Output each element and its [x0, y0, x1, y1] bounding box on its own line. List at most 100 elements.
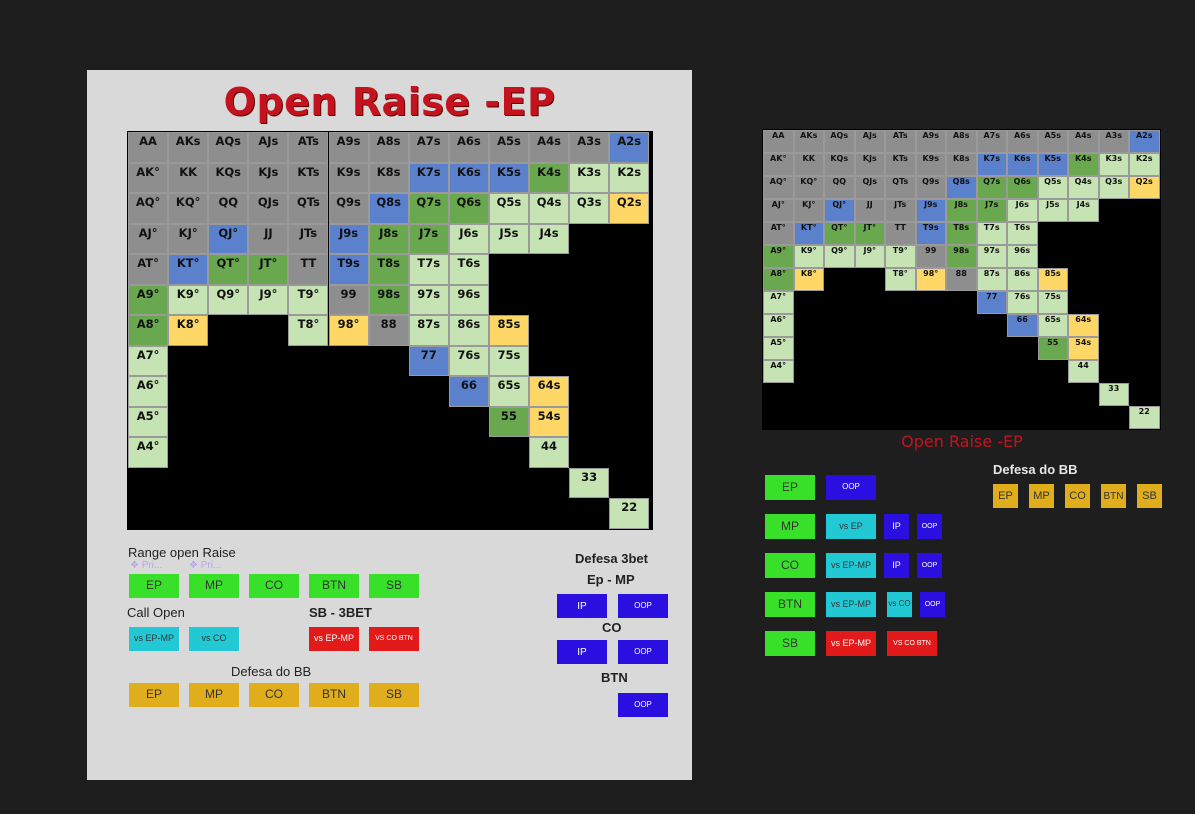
hand-cell: A7°	[128, 345, 169, 376]
hand-cell: 97s	[408, 284, 449, 315]
hand-cell: 87s	[976, 268, 1007, 291]
hand-cell: AJs	[248, 132, 289, 163]
hand-cell: AQs	[824, 130, 855, 153]
defesa-bb-btn-button[interactable]: BTN	[309, 683, 359, 707]
sb-3bet-vs-ep-mp-button[interactable]: vs EP-MP	[309, 627, 359, 651]
right-ep-button[interactable]: EP	[765, 475, 815, 500]
defesa-3bet-btn-oop-button[interactable]: OOP	[618, 693, 668, 717]
hand-cell: 65s	[488, 376, 529, 407]
right-defesa-bb-heading: Defesa do BB	[993, 462, 1078, 477]
right-sb-vs-ep-mp-button[interactable]: vs EP-MP	[826, 631, 876, 656]
hand-cell: A5s	[1037, 130, 1068, 153]
hand-cell: 85s	[1037, 268, 1068, 291]
hand-cell: T7s	[408, 254, 449, 285]
hand-cell: KJs	[248, 162, 289, 193]
right-co-button[interactable]: CO	[765, 553, 815, 578]
right-co-oop-button[interactable]: OOP	[917, 553, 942, 578]
hand-cell: T8°	[885, 268, 916, 291]
hand-cell: Q6s	[448, 193, 489, 224]
hand-cell: K2s	[1129, 153, 1160, 176]
hand-cell: A3s	[569, 132, 610, 163]
hand-cell: 75s	[488, 345, 529, 376]
hand-cell: J5s	[1037, 199, 1068, 222]
range-ep-button[interactable]: EP	[129, 574, 179, 598]
defesa-bb-mp-button[interactable]: MP	[189, 683, 239, 707]
right-co-ip-button[interactable]: IP	[884, 553, 909, 578]
right-defesa-bb-ep-button[interactable]: EP	[993, 484, 1018, 508]
hand-cell: AKs	[793, 130, 824, 153]
right-defesa-bb-mp-button[interactable]: MP	[1029, 484, 1054, 508]
right-mp-ip-button[interactable]: IP	[884, 514, 909, 539]
hand-cell: J8s	[946, 199, 977, 222]
hand-cell: K7s	[408, 162, 449, 193]
defesa-3bet-co-oop-button[interactable]: OOP	[618, 640, 668, 664]
defesa-bb-sb-button[interactable]: SB	[369, 683, 419, 707]
right-sb-button[interactable]: SB	[765, 631, 815, 656]
right-co-vs-ep-mp-button[interactable]: vs EP-MP	[826, 553, 876, 578]
hand-cell: A7s	[408, 132, 449, 163]
hand-cell: Q2s	[609, 193, 650, 224]
right-mp-button[interactable]: MP	[765, 514, 815, 539]
hand-cell: AQ°	[128, 193, 169, 224]
hand-cell: A6°	[763, 314, 794, 337]
hand-cell: JT°	[854, 222, 885, 245]
right-btn-oop-button[interactable]: OOP	[920, 592, 945, 617]
hand-cell: 77	[976, 291, 1007, 314]
right-btn-button[interactable]: BTN	[765, 592, 815, 617]
defesa-3bet-co-ip-button[interactable]: IP	[557, 640, 607, 664]
hand-cell: 44	[529, 437, 570, 468]
hand-cell: AJ°	[128, 223, 169, 254]
right-mp-oop-button[interactable]: OOP	[917, 514, 942, 539]
hand-cell: A8s	[946, 130, 977, 153]
range-sb-button[interactable]: SB	[369, 574, 419, 598]
range-grid-thumbnail: AA AKs AQs AJs ATs A9s A8s A7s A6s A5s A4s A3s A2s AK…	[762, 129, 1161, 430]
hand-cell: A8°	[128, 315, 169, 346]
hand-cell: 98°	[915, 268, 946, 291]
hand-cell: A5°	[763, 337, 794, 360]
right-ep-oop-button[interactable]: OOP	[826, 475, 876, 500]
hand-cell: Q4s	[529, 193, 570, 224]
defesa-3bet-ep-mp-oop-button[interactable]: OOP	[618, 594, 668, 618]
hand-cell: AT°	[763, 222, 794, 245]
hand-cell: TT	[288, 254, 329, 285]
hand-cell: A6s	[448, 132, 489, 163]
range-btn-button[interactable]: BTN	[309, 574, 359, 598]
right-btn-vs-co-button[interactable]: vs CO	[887, 592, 912, 617]
hand-cell: K9°	[168, 284, 209, 315]
hand-cell: JJ	[248, 223, 289, 254]
hand-cell: A6s	[1007, 130, 1038, 153]
hand-cell: Q3s	[569, 193, 610, 224]
hand-cell: 65s	[1037, 314, 1068, 337]
right-mp-vs-ep-button[interactable]: vs EP	[826, 514, 876, 539]
sb-3bet-vs-co-btn-button[interactable]: VS CO BTN	[369, 627, 419, 651]
range-co-button[interactable]: CO	[249, 574, 299, 598]
hand-cell: KJ°	[168, 223, 209, 254]
range-mp-button[interactable]: MP	[189, 574, 239, 598]
hand-cell: A7s	[976, 130, 1007, 153]
hand-cell: J7s	[976, 199, 1007, 222]
defesa-3bet-ep-mp-ip-button[interactable]: IP	[557, 594, 607, 618]
hand-cell: QQ	[824, 176, 855, 199]
hand-cell: T8°	[288, 315, 329, 346]
hand-cell: 54s	[1068, 337, 1099, 360]
hand-cell: QJs	[854, 176, 885, 199]
right-btn-vs-ep-mp-button[interactable]: vs EP-MP	[826, 592, 876, 617]
call-open-vs-co-button[interactable]: vs CO	[189, 627, 239, 651]
sb-3bet-heading: SB - 3BET	[309, 605, 372, 620]
hand-cell: A4s	[1068, 130, 1099, 153]
hand-cell: 33	[1098, 383, 1129, 406]
right-defesa-bb-co-button[interactable]: CO	[1065, 484, 1090, 508]
hand-cell: 86s	[448, 315, 489, 346]
right-defesa-bb-btn-button[interactable]: BTN	[1101, 484, 1126, 508]
hand-cell: K8°	[793, 268, 824, 291]
defesa-bb-co-button[interactable]: CO	[249, 683, 299, 707]
right-defesa-bb-sb-button[interactable]: SB	[1137, 484, 1162, 508]
call-open-vs-ep-mp-button[interactable]: vs EP-MP	[129, 627, 179, 651]
hand-cell: AQs	[208, 132, 249, 163]
hand-cell: AA	[128, 132, 169, 163]
right-sb-vs-co-btn-button[interactable]: VS CO BTN	[887, 631, 937, 656]
hand-cell: A5°	[128, 406, 169, 437]
defesa-bb-ep-button[interactable]: EP	[129, 683, 179, 707]
hand-cell: Q8s	[368, 193, 409, 224]
hand-cell: T8s	[368, 254, 409, 285]
